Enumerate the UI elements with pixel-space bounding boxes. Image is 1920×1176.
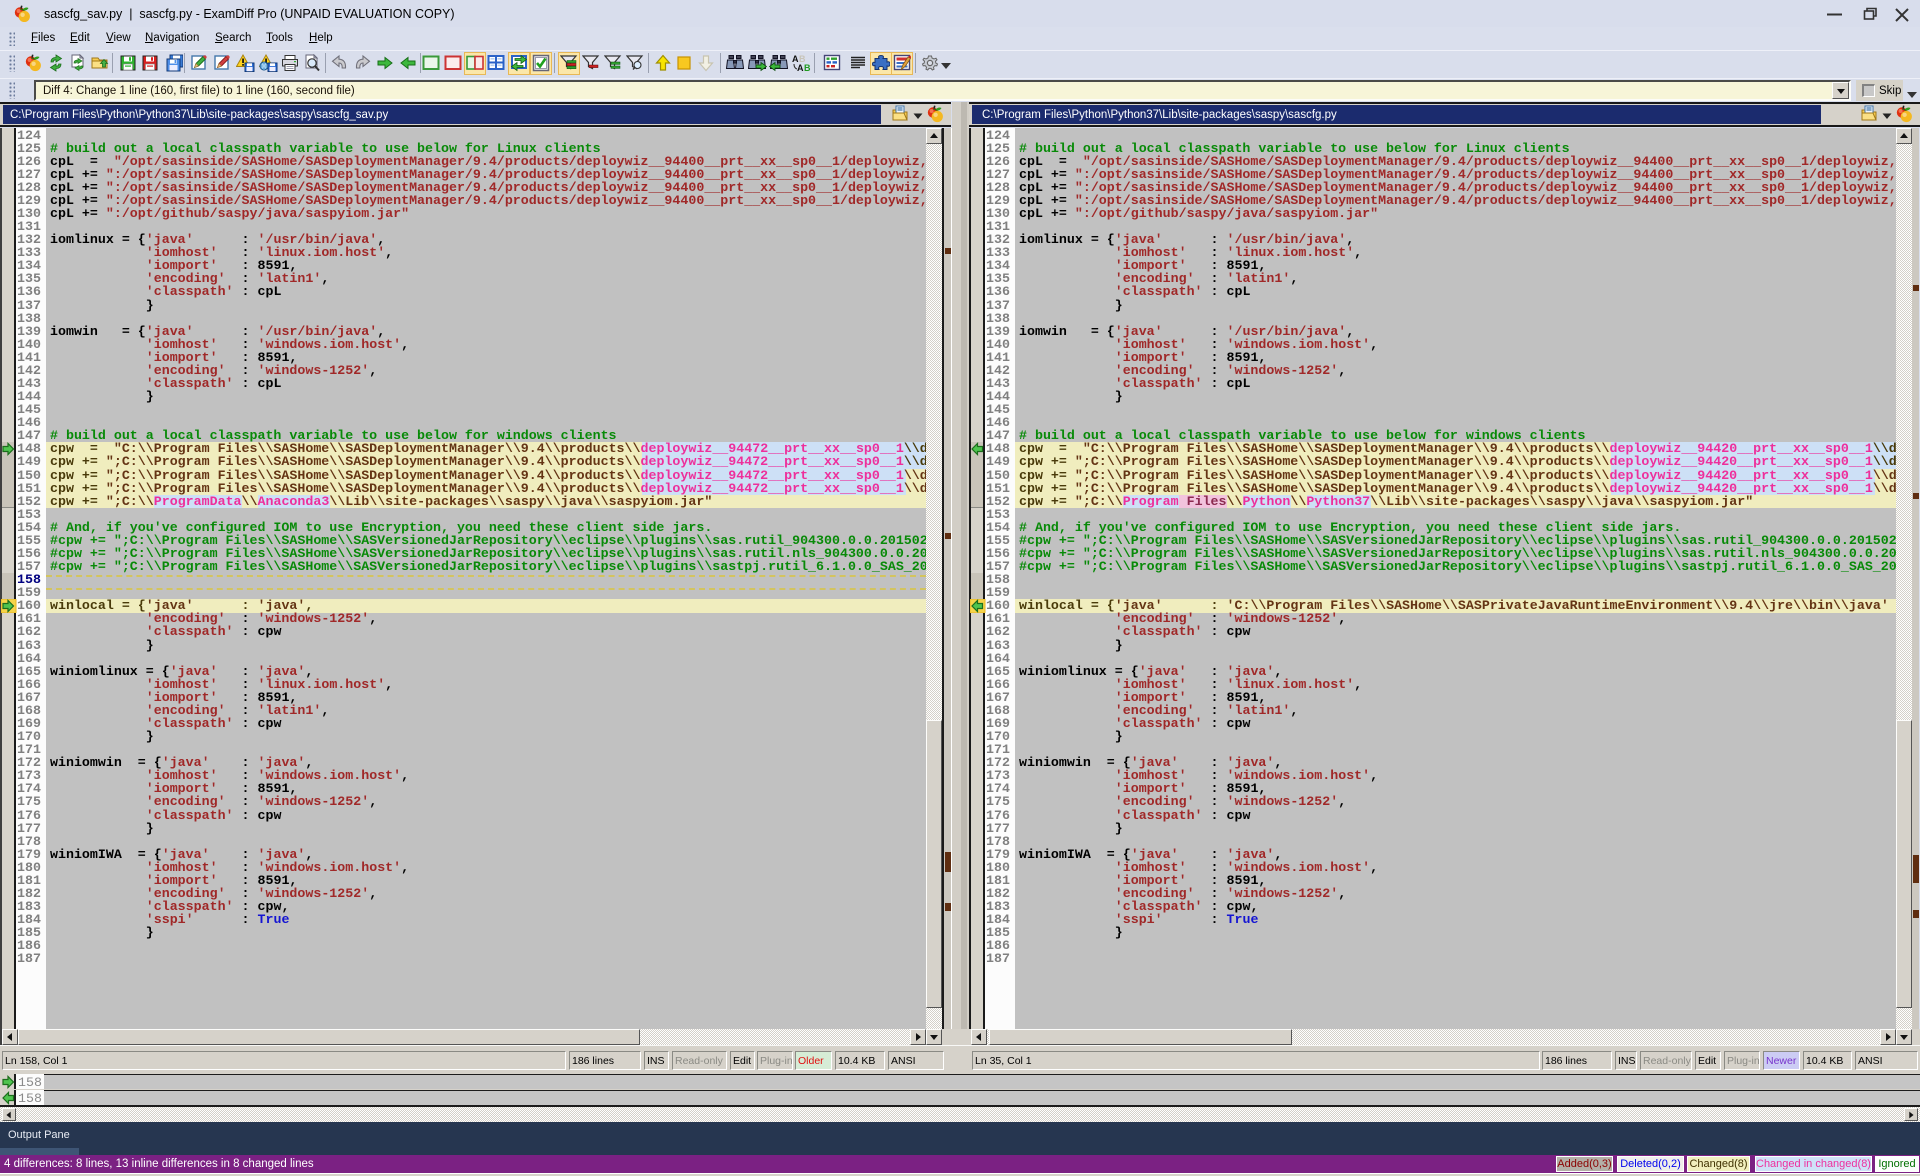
svg-text:A: A — [797, 63, 804, 72]
svg-text:B: B — [804, 63, 811, 72]
